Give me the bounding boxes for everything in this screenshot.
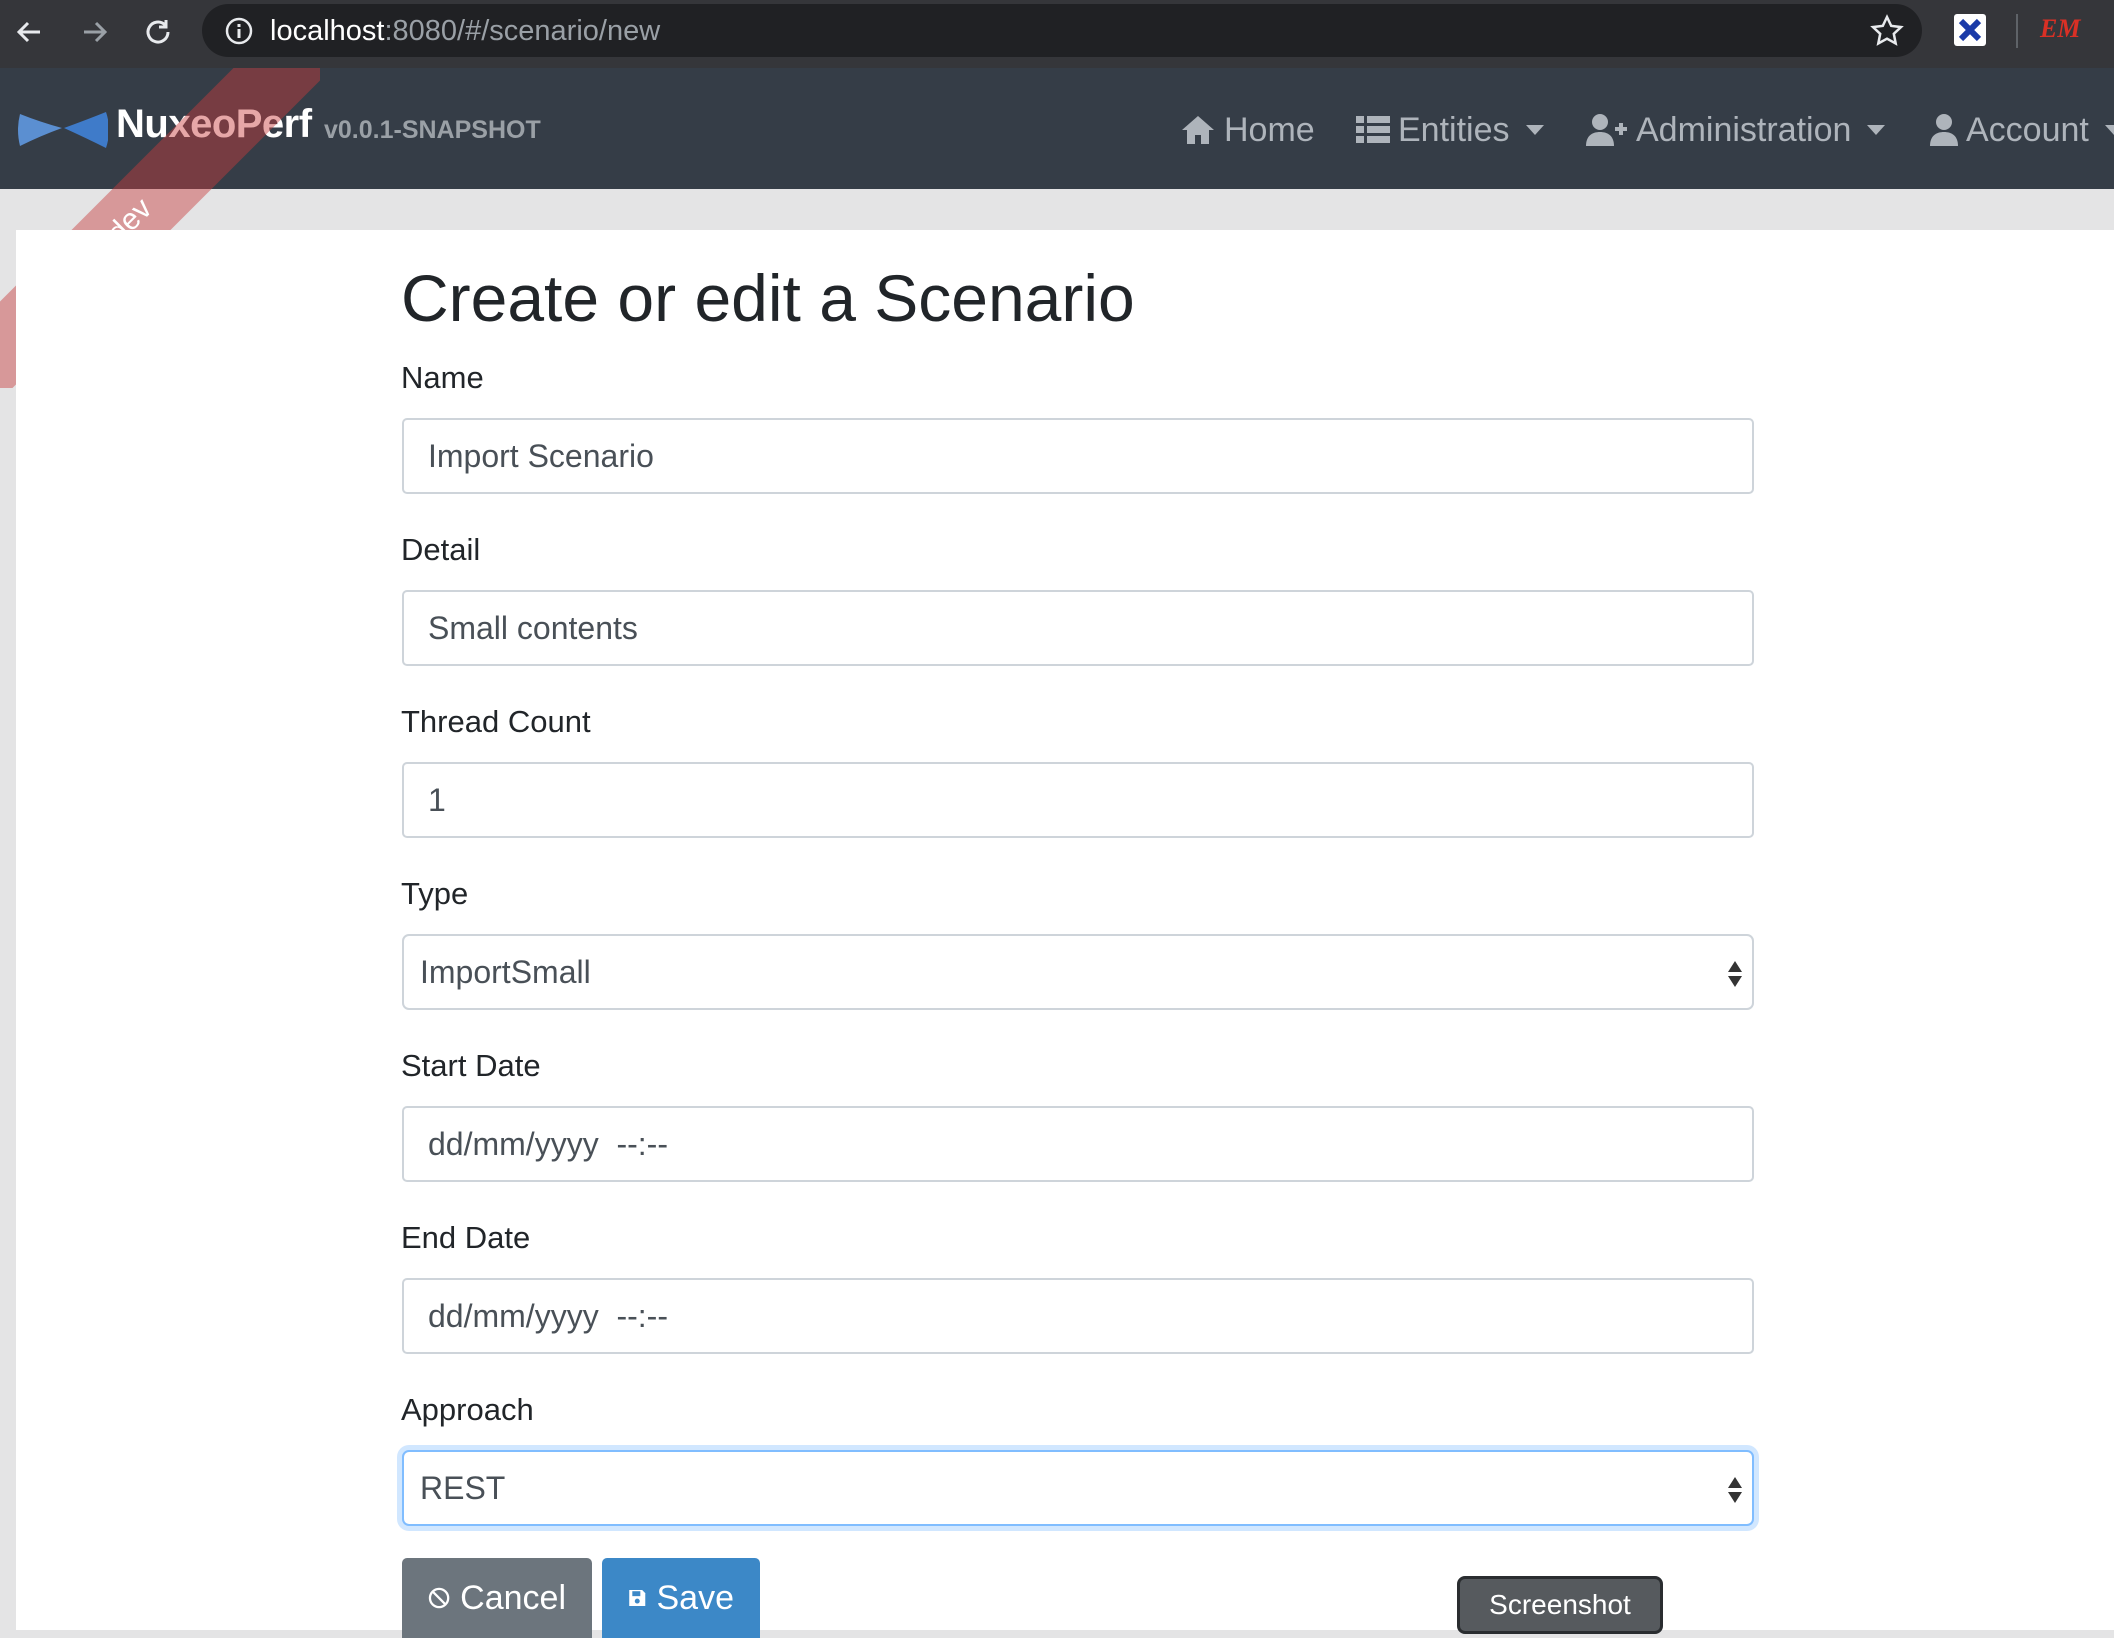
end-date-field[interactable] (402, 1278, 1754, 1354)
nav-home-label: Home (1224, 110, 1315, 149)
list-icon (1356, 116, 1390, 143)
nav-administration-label: Administration (1636, 110, 1852, 149)
reload-icon[interactable] (138, 12, 178, 52)
home-icon (1182, 116, 1214, 144)
chevron-down-icon (1525, 125, 1544, 135)
type-selected-value: ImportSmall (420, 953, 591, 990)
cancel-button-label: Cancel (460, 1578, 566, 1617)
nav-home[interactable]: Home (1180, 108, 1315, 152)
user-icon (1930, 114, 1958, 146)
save-button[interactable]: Save (602, 1558, 760, 1638)
end-date-label: End Date (401, 1220, 531, 1255)
nav-entities[interactable]: Entities (1356, 108, 1544, 152)
type-select[interactable]: ImportSmall (402, 934, 1754, 1010)
thread-count-field[interactable] (402, 762, 1754, 838)
start-date-field[interactable] (402, 1106, 1754, 1182)
user-plus-icon (1586, 114, 1627, 146)
chevron-down-icon (1867, 125, 1886, 135)
detail-label: Detail (401, 532, 481, 567)
nav-administration[interactable]: Administration (1586, 108, 1886, 152)
extension-x-icon[interactable] (1954, 14, 1986, 46)
chevron-down-icon (2104, 125, 2114, 135)
screenshot-button[interactable]: Screenshot (1457, 1576, 1663, 1634)
app-navbar: NuxeoPerf v0.0.1-SNAPSHOT Home Entities … (0, 68, 2114, 189)
type-label: Type (401, 876, 469, 911)
main-content: Create or edit a Scenario Name Detail Th… (16, 230, 2114, 1638)
forward-arrow-icon[interactable] (74, 12, 114, 52)
approach-select[interactable]: REST (402, 1450, 1754, 1526)
detail-field[interactable] (402, 590, 1754, 666)
approach-label: Approach (401, 1392, 534, 1427)
browser-toolbar: localhost:8080/#/scenario/new EM (0, 0, 2114, 68)
name-field[interactable] (402, 418, 1754, 494)
approach-selected-value: REST (420, 1469, 506, 1506)
url-path: :8080/#/scenario/new (384, 15, 661, 47)
extension-em-icon[interactable]: EM (2040, 14, 2080, 44)
thread-count-label: Thread Count (401, 704, 591, 739)
save-button-label: Save (656, 1578, 735, 1617)
back-arrow-icon[interactable] (10, 12, 50, 52)
ban-icon (428, 1587, 450, 1609)
brand-name[interactable]: NuxeoPerf (116, 102, 312, 147)
address-bar[interactable]: localhost:8080/#/scenario/new (202, 4, 1922, 57)
bookmark-star-icon[interactable] (1870, 14, 1904, 48)
url-text[interactable]: localhost:8080/#/scenario/new (270, 15, 660, 48)
toolbar-divider (2016, 14, 2018, 48)
nav-entities-label: Entities (1398, 110, 1510, 149)
start-date-label: Start Date (401, 1048, 541, 1083)
page-title: Create or edit a Scenario (401, 261, 1135, 335)
brand-version: v0.0.1-SNAPSHOT (324, 116, 541, 144)
cancel-button[interactable]: Cancel (402, 1558, 592, 1638)
select-arrows-icon (1728, 961, 1742, 987)
nav-account[interactable]: Account (1930, 108, 2114, 152)
floppy-disk-icon (629, 1589, 646, 1607)
nav-account-label: Account (1966, 110, 2089, 149)
select-arrows-icon (1728, 1477, 1742, 1503)
info-icon[interactable] (224, 16, 254, 46)
bowtie-logo-icon[interactable] (18, 108, 108, 152)
url-host: localhost (270, 15, 385, 47)
name-label: Name (401, 360, 484, 395)
